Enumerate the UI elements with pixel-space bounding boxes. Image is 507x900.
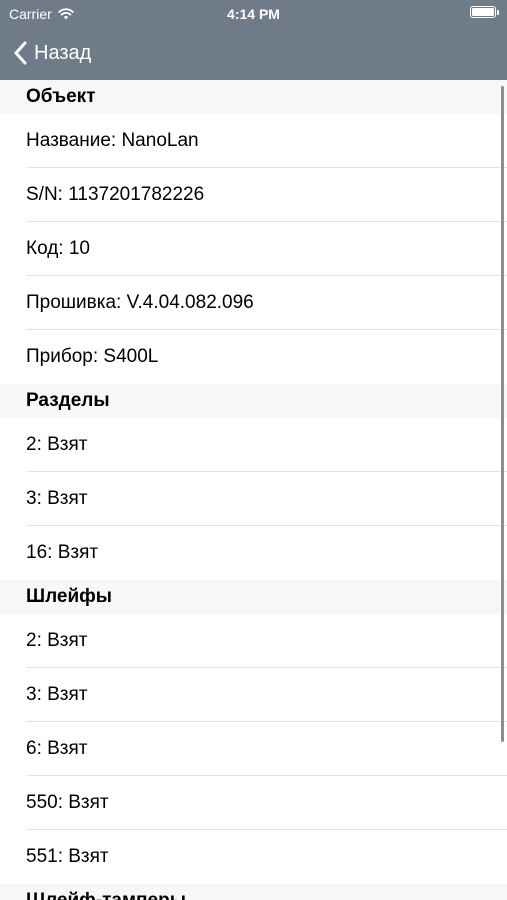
list-item-name[interactable]: Название: NanoLan <box>0 114 507 168</box>
list-item-loop[interactable]: 551: Взят <box>0 830 507 884</box>
details-list[interactable]: Объект Название: NanoLan S/N: 1137201782… <box>0 80 507 900</box>
status-time: 4:14 PM <box>227 6 280 22</box>
list-item-loop[interactable]: 3: Взят <box>0 668 507 722</box>
list-item-partition[interactable]: 2: Взят <box>0 418 507 472</box>
list-item-loop[interactable]: 6: Взят <box>0 722 507 776</box>
battery-fill <box>472 8 494 16</box>
back-label: Назад <box>34 41 92 64</box>
section-header-tamper-loops: Шлейф-тамперы <box>0 884 507 900</box>
list-item-loop[interactable]: 550: Взят <box>0 776 507 830</box>
list-item-firmware[interactable]: Прошивка: V.4.04.082.096 <box>0 276 507 330</box>
header: Carrier 4:14 PM Назад <box>0 0 507 80</box>
chevron-left-icon <box>14 41 27 65</box>
scrollbar[interactable] <box>501 86 504 742</box>
section-header-object: Объект <box>0 80 507 114</box>
section-header-loops: Шлейфы <box>0 580 507 614</box>
section-header-partitions: Разделы <box>0 384 507 418</box>
list-item-partition[interactable]: 16: Взят <box>0 526 507 580</box>
list-item-serial[interactable]: S/N: 1137201782226 <box>0 168 507 222</box>
battery-icon <box>470 6 499 18</box>
list-item-partition[interactable]: 3: Взят <box>0 472 507 526</box>
list-item-code[interactable]: Код: 10 <box>0 222 507 276</box>
battery-body <box>470 6 496 18</box>
list-item-loop[interactable]: 2: Взят <box>0 614 507 668</box>
list-item-device[interactable]: Прибор: S400L <box>0 330 507 384</box>
battery-tip <box>497 9 499 15</box>
status-bar: Carrier 4:14 PM <box>0 0 507 28</box>
back-button[interactable]: Назад <box>14 38 91 68</box>
nav-bar: Назад <box>0 28 507 80</box>
